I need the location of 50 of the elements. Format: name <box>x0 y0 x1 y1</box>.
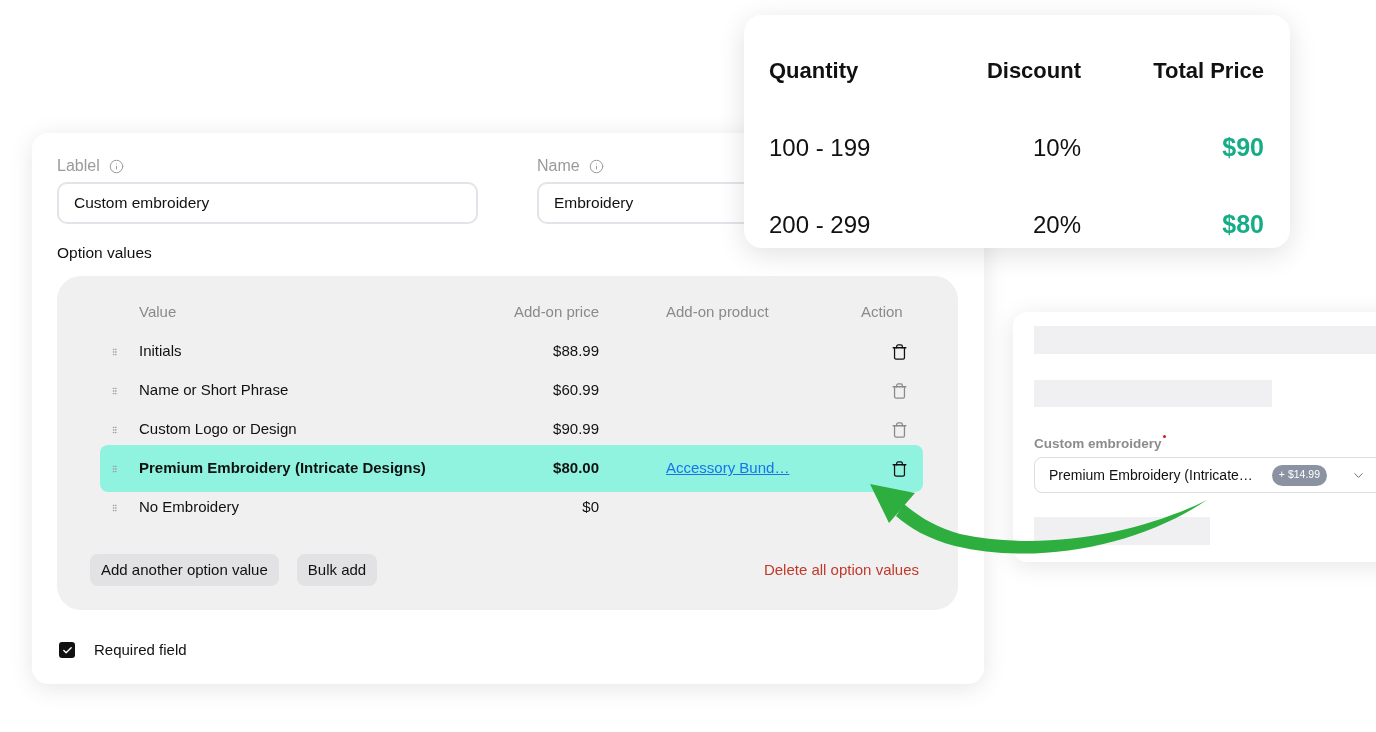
price-cell-text: $0 <box>582 497 599 518</box>
value-cell-text: Premium Embroidery (Intricate Designs) <box>139 458 426 479</box>
quantity-cell-text: 100 - 199 <box>769 132 871 163</box>
select-label: Custom embroidery <box>1034 435 1162 453</box>
total-price-cell-text: $90 <box>1222 131 1264 163</box>
text-input[interactable]: Embroidery <box>537 182 744 224</box>
checkbox[interactable] <box>59 642 75 659</box>
section-title: Option values <box>57 243 153 263</box>
price-cell-text: $88.99 <box>553 341 599 362</box>
value-cell-text: Custom Logo or Design <box>139 419 297 440</box>
value-cell-text: Name or Short Phrase <box>139 380 289 401</box>
value-cell-text: Initials <box>139 341 182 362</box>
column-header: Value <box>139 302 178 323</box>
option-row[interactable]: Premium Embroidery (Intricate Designs) $80.00 Accessory Bund… <box>100 445 923 492</box>
info-icon[interactable] <box>108 158 124 174</box>
column-header: Quantity <box>769 57 859 85</box>
option-row[interactable]: Initials $88.99 <box>100 332 923 371</box>
price-cell-text: $90.99 <box>553 419 599 440</box>
field-label: Name <box>537 156 580 176</box>
drag-handle-icon[interactable] <box>110 501 119 514</box>
drag-handle-icon[interactable] <box>110 345 119 358</box>
price-cell-text: $80.00 <box>553 458 599 479</box>
column-header: Total Price <box>1153 57 1264 85</box>
quantity-cell-text: 200 - 299 <box>769 209 871 240</box>
column-header: Discount <box>986 57 1081 85</box>
secondary-button[interactable]: Add another option value <box>90 554 279 586</box>
option-row[interactable]: Name or Short Phrase $60.99 <box>100 371 923 410</box>
drag-handle-icon[interactable] <box>110 462 119 475</box>
value-cell-text: No Embroidery <box>139 497 240 518</box>
discount-cell-text: 10% <box>1032 132 1081 163</box>
column-header: Add-on price <box>512 302 599 323</box>
drag-handle-icon[interactable] <box>110 423 119 436</box>
text-input[interactable]: Custom embroidery <box>57 182 478 224</box>
delete-all-link[interactable]: Delete all option values <box>763 558 919 582</box>
field-label: Lablel <box>57 156 100 176</box>
select-field[interactable]: Premium Embroidery (Intricate… + $14.99 <box>1034 457 1376 493</box>
total-price-cell-text: $80 <box>1222 208 1264 240</box>
price-cell-text: $60.99 <box>553 380 599 401</box>
price-badge: + $14.99 <box>1271 464 1327 486</box>
column-header: Action <box>861 302 904 323</box>
checkbox-label: Required field <box>94 640 187 660</box>
delete-icon[interactable] <box>891 459 908 478</box>
discount-cell-text: 20% <box>1032 209 1081 240</box>
info-icon[interactable] <box>588 158 604 174</box>
column-header: Add-on product <box>666 302 770 323</box>
secondary-button[interactable]: Bulk add <box>296 554 378 586</box>
checkmark-icon <box>61 644 73 656</box>
drag-handle-icon[interactable] <box>110 384 119 397</box>
delete-icon[interactable] <box>891 342 908 361</box>
product-link[interactable]: Accessory Bund… <box>666 459 790 477</box>
